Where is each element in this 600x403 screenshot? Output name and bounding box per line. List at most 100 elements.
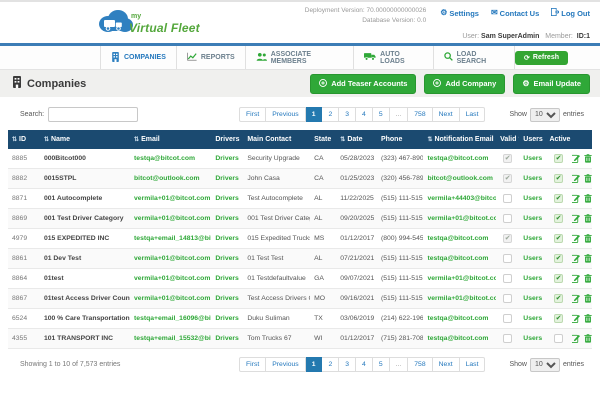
nav-tab-auto-loads[interactable]: AUTO LOADS bbox=[354, 46, 433, 69]
email-update-button[interactable]: ⚙ Email Update bbox=[513, 74, 590, 94]
email-link[interactable]: vermila+01@bitcot.com bbox=[134, 215, 210, 222]
column-header-date[interactable]: ⇅Date bbox=[336, 130, 377, 149]
active-checkbox[interactable]: ✔ bbox=[554, 314, 563, 323]
valid-checkbox[interactable] bbox=[503, 294, 512, 303]
nav-tab-companies[interactable]: COMPANIES bbox=[100, 46, 177, 69]
trash-icon[interactable] bbox=[584, 194, 592, 203]
edit-icon[interactable] bbox=[572, 234, 581, 243]
drivers-link[interactable]: Drivers bbox=[215, 215, 238, 222]
users-link[interactable]: Users bbox=[523, 255, 542, 262]
notification-email-link[interactable]: vermila+01@bitcot.com bbox=[427, 215, 496, 222]
notification-email-link[interactable]: testqa@bitcot.com bbox=[427, 155, 488, 162]
refresh-button[interactable]: ⟳ Refresh bbox=[515, 51, 568, 65]
notification-email-link[interactable]: vermila+01@bitcot.com bbox=[427, 295, 496, 302]
add-company-button[interactable]: Add Company bbox=[424, 74, 505, 94]
edit-icon[interactable] bbox=[572, 154, 581, 163]
trash-icon[interactable] bbox=[584, 314, 592, 323]
active-checkbox[interactable]: ✔ bbox=[554, 254, 563, 263]
trash-icon[interactable] bbox=[584, 294, 592, 303]
edit-icon[interactable] bbox=[572, 254, 581, 263]
trash-icon[interactable] bbox=[584, 214, 592, 223]
edit-icon[interactable] bbox=[572, 314, 581, 323]
edit-icon[interactable] bbox=[572, 214, 581, 223]
email-link[interactable]: vermila+01@bitcot.com bbox=[134, 195, 210, 202]
drivers-link[interactable]: Drivers bbox=[215, 275, 238, 282]
page-number-3[interactable]: 3 bbox=[339, 107, 356, 122]
drivers-link[interactable]: Drivers bbox=[215, 295, 238, 302]
active-checkbox[interactable]: ✔ bbox=[554, 214, 563, 223]
page-number-5[interactable]: 5 bbox=[373, 107, 390, 122]
email-link[interactable]: testqa+email_14813@bitcot.com bbox=[134, 235, 211, 242]
drivers-link[interactable]: Drivers bbox=[215, 235, 238, 242]
valid-checkbox[interactable] bbox=[503, 194, 512, 203]
nav-tab-associate-members[interactable]: ASSOCIATE MEMBERS bbox=[246, 46, 354, 69]
trash-icon[interactable] bbox=[584, 274, 592, 283]
add-teaser-accounts-button[interactable]: Add Teaser Accounts bbox=[310, 74, 416, 94]
active-checkbox[interactable]: ✔ bbox=[554, 154, 563, 163]
drivers-link[interactable]: Drivers bbox=[215, 315, 238, 322]
email-link[interactable]: vermila+01@bitcot.com bbox=[134, 275, 210, 282]
notification-email-link[interactable]: testqa@bitcot.com bbox=[427, 255, 488, 262]
valid-checkbox[interactable]: ✔ bbox=[503, 174, 512, 183]
page-number-1[interactable]: 1 bbox=[306, 107, 323, 122]
notification-email-link[interactable]: testqa@bitcot.com bbox=[427, 235, 488, 242]
search-input[interactable] bbox=[48, 107, 138, 122]
nav-tab-reports[interactable]: REPORTS bbox=[177, 46, 246, 69]
email-link[interactable]: vermila+01@bitcot.com bbox=[134, 255, 210, 262]
page-number-4[interactable]: 4 bbox=[356, 357, 373, 372]
active-checkbox[interactable]: ✔ bbox=[554, 174, 563, 183]
users-link[interactable]: Users bbox=[523, 275, 542, 282]
edit-icon[interactable] bbox=[572, 294, 581, 303]
page-number-758[interactable]: 758 bbox=[408, 357, 432, 372]
notification-email-link[interactable]: vermila+44403@bitcot.com bbox=[427, 195, 496, 202]
page-number-4[interactable]: 4 bbox=[356, 107, 373, 122]
valid-checkbox[interactable]: ✔ bbox=[503, 234, 512, 243]
users-link[interactable]: Users bbox=[523, 335, 542, 342]
active-checkbox[interactable]: ✔ bbox=[554, 274, 563, 283]
column-header-id[interactable]: ⇅ID bbox=[8, 130, 40, 149]
drivers-link[interactable]: Drivers bbox=[215, 335, 238, 342]
active-checkbox[interactable]: ✔ bbox=[554, 234, 563, 243]
page-size-select[interactable]: 10 bbox=[530, 108, 560, 122]
drivers-link[interactable]: Drivers bbox=[215, 175, 238, 182]
notification-email-link[interactable]: testqa@bitcot.com bbox=[427, 335, 488, 342]
page-first[interactable]: First bbox=[239, 107, 266, 122]
page-number-758[interactable]: 758 bbox=[408, 107, 432, 122]
nav-tab-load-search[interactable]: LOAD SEARCH bbox=[434, 46, 515, 69]
users-link[interactable]: Users bbox=[523, 215, 542, 222]
notification-email-link[interactable]: bitcot@outlook.com bbox=[427, 175, 493, 182]
email-link[interactable]: vermila+01@bitcot.com bbox=[134, 295, 210, 302]
email-link[interactable]: testqa+email_15532@bitcot.com bbox=[134, 335, 211, 342]
trash-icon[interactable] bbox=[584, 174, 592, 183]
trash-icon[interactable] bbox=[584, 234, 592, 243]
page-size-select[interactable]: 10 bbox=[530, 358, 560, 372]
valid-checkbox[interactable] bbox=[503, 334, 512, 343]
edit-icon[interactable] bbox=[572, 334, 581, 343]
trash-icon[interactable] bbox=[584, 334, 592, 343]
page-last[interactable]: Last bbox=[460, 357, 486, 372]
drivers-link[interactable]: Drivers bbox=[215, 255, 238, 262]
column-header-name[interactable]: ⇅Name bbox=[40, 130, 130, 149]
page-previous[interactable]: Previous bbox=[266, 357, 305, 372]
valid-checkbox[interactable] bbox=[503, 254, 512, 263]
page-number-2[interactable]: 2 bbox=[322, 357, 339, 372]
trash-icon[interactable] bbox=[584, 154, 592, 163]
valid-checkbox[interactable]: ✔ bbox=[503, 154, 512, 163]
edit-icon[interactable] bbox=[572, 194, 581, 203]
active-checkbox[interactable]: ✔ bbox=[554, 294, 563, 303]
valid-checkbox[interactable] bbox=[503, 314, 512, 323]
notification-email-link[interactable]: testqa@bitcot.com bbox=[427, 315, 488, 322]
logout-link[interactable]: Log Out bbox=[551, 8, 590, 18]
page-number-5[interactable]: 5 bbox=[373, 357, 390, 372]
notification-email-link[interactable]: vermila+01@bitcot.com bbox=[427, 275, 496, 282]
users-link[interactable]: Users bbox=[523, 235, 542, 242]
email-link[interactable]: testqa+email_16096@bitcot.com bbox=[134, 315, 211, 322]
page-number-1[interactable]: 1 bbox=[306, 357, 323, 372]
column-header-notification-email[interactable]: ⇅Notification Email bbox=[423, 130, 496, 149]
email-link[interactable]: testqa@bitcot.com bbox=[134, 155, 195, 162]
users-link[interactable]: Users bbox=[523, 175, 542, 182]
edit-icon[interactable] bbox=[572, 274, 581, 283]
page-first[interactable]: First bbox=[239, 357, 266, 372]
page-number-2[interactable]: 2 bbox=[322, 107, 339, 122]
users-link[interactable]: Users bbox=[523, 155, 542, 162]
